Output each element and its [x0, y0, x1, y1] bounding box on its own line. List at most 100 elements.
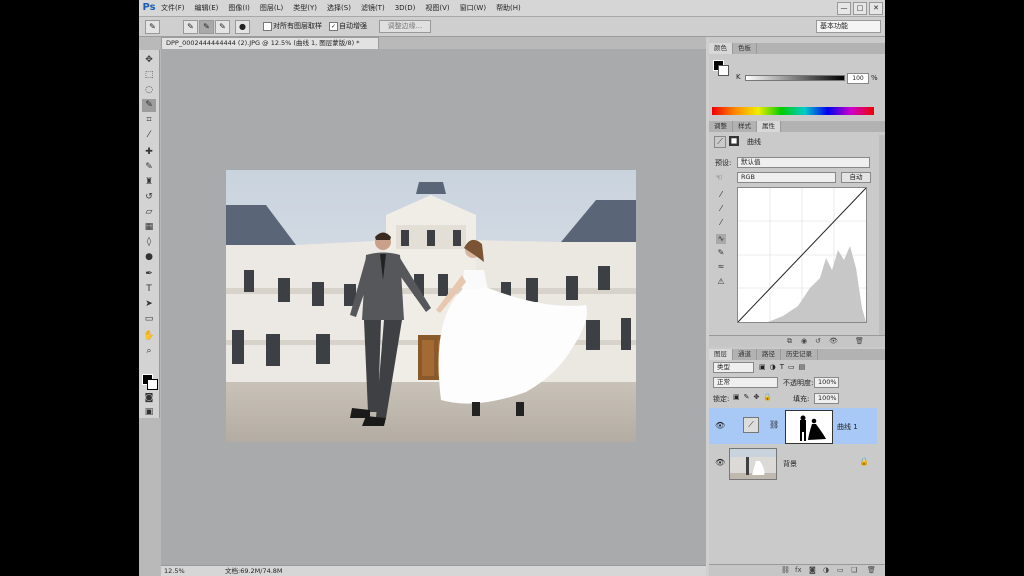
pen-tool-icon[interactable]: ✒	[142, 268, 156, 281]
menu-type[interactable]: 类型(Y)	[293, 3, 317, 13]
smooth-icon[interactable]: ≈	[716, 262, 726, 272]
menu-3d[interactable]: 3D(D)	[395, 4, 416, 12]
layer-visibility-eye-icon[interactable]: 👁	[715, 458, 725, 468]
pencil-draw-icon[interactable]: ✎	[716, 248, 726, 258]
menu-window[interactable]: 窗口(W)	[460, 3, 486, 13]
refine-edge-button[interactable]: 调整边缘...	[379, 20, 431, 33]
tab-history[interactable]: 历史记录	[781, 349, 818, 360]
quick-selection-tool-icon[interactable]: ✎	[142, 99, 156, 112]
mask-link-icon[interactable]: ⛓	[769, 420, 779, 429]
add-mask-icon[interactable]: ◙	[809, 566, 816, 574]
visibility-icon[interactable]: 👁	[829, 337, 838, 345]
gradient-tool-icon[interactable]: ▦	[142, 221, 156, 234]
tool-preset-picker[interactable]: ✎	[145, 20, 160, 34]
preset-select[interactable]: 默认值	[737, 157, 870, 168]
shape-tool-icon[interactable]: ▭	[142, 313, 156, 326]
move-tool-icon[interactable]: ✥	[142, 54, 156, 67]
zoom-level[interactable]: 12.5%	[164, 566, 185, 576]
menu-filter[interactable]: 滤镜(T)	[361, 3, 385, 13]
color-spectrum-ramp[interactable]	[712, 107, 874, 115]
tab-adjustments[interactable]: 调整	[709, 121, 733, 132]
clone-stamp-tool-icon[interactable]: ♜	[142, 176, 156, 189]
new-adjustment-icon[interactable]: ◑	[823, 566, 829, 574]
workspace-select[interactable]: 基本功能	[816, 20, 881, 33]
delete-adjustment-icon[interactable]: 🗑	[855, 337, 864, 345]
curves-graph[interactable]	[737, 187, 867, 323]
add-selection-brush-icon[interactable]: ✎	[199, 20, 214, 34]
k-value-input[interactable]: 100	[847, 73, 869, 84]
subtract-selection-brush-icon[interactable]: ✎	[215, 20, 230, 34]
on-image-adjust-icon[interactable]: ☜	[714, 173, 724, 183]
maximize-button[interactable]: □	[853, 2, 867, 15]
clipping-warning-icon[interactable]: ⚠	[716, 277, 726, 287]
sample-all-layers-checkbox[interactable]	[263, 22, 272, 31]
menu-view[interactable]: 视图(V)	[425, 3, 449, 13]
auto-button[interactable]: 自动	[841, 172, 871, 183]
marquee-tool-icon[interactable]: ⬚	[142, 69, 156, 82]
gray-point-eyedropper-icon[interactable]: ⁄	[716, 204, 726, 214]
layer-row-background[interactable]: 👁 背景 🔒	[709, 445, 877, 481]
new-group-icon[interactable]: ▭	[837, 566, 844, 574]
tab-layers[interactable]: 图层	[709, 349, 733, 360]
layer-name-curves[interactable]: 曲线 1	[837, 422, 858, 432]
menu-edit[interactable]: 编辑(E)	[195, 3, 219, 13]
blend-mode-select[interactable]: 正常	[713, 377, 778, 388]
layer-filter-icons[interactable]: ▣◑T▭▤	[759, 363, 809, 371]
hand-tool-icon[interactable]: ✋	[142, 330, 156, 343]
tab-swatches[interactable]: 色板	[733, 43, 757, 54]
opacity-input[interactable]: 100%	[814, 377, 839, 388]
menu-image[interactable]: 图像(I)	[228, 3, 250, 13]
eraser-tool-icon[interactable]: ▱	[142, 206, 156, 219]
tab-channels[interactable]: 通道	[733, 349, 757, 360]
fill-input[interactable]: 100%	[814, 393, 839, 404]
tab-styles[interactable]: 样式	[733, 121, 757, 132]
auto-enhance-checkbox[interactable]: ✓	[329, 22, 338, 31]
layer-name-background[interactable]: 背景	[783, 459, 797, 469]
screen-mode-icon[interactable]: ▣	[142, 406, 156, 419]
new-layer-icon[interactable]: ❏	[851, 566, 857, 574]
tab-color[interactable]: 颜色	[709, 43, 733, 54]
layer-mask-thumbnail[interactable]	[785, 410, 833, 444]
brush-tool-icon[interactable]: ✎	[142, 161, 156, 174]
healing-brush-tool-icon[interactable]: ✚	[142, 146, 156, 159]
quick-mask-icon[interactable]: ◙	[142, 392, 156, 405]
tab-properties[interactable]: 属性	[757, 121, 781, 132]
curve-edit-icon[interactable]: ∿	[716, 234, 726, 244]
delete-layer-icon[interactable]: 🗑	[867, 566, 876, 574]
white-point-eyedropper-icon[interactable]: ⁄	[716, 218, 726, 228]
lock-icons[interactable]: ▣✎✥🔒	[733, 393, 776, 401]
crop-tool-icon[interactable]: ⌗	[142, 114, 156, 127]
channel-select[interactable]: RGB	[737, 172, 836, 183]
layer-visibility-eye-icon[interactable]: 👁	[715, 421, 725, 431]
history-brush-tool-icon[interactable]: ↺	[142, 191, 156, 204]
link-layers-icon[interactable]: ⛓	[781, 566, 790, 574]
new-selection-brush-icon[interactable]: ✎	[183, 20, 198, 34]
minimize-button[interactable]: —	[837, 2, 851, 15]
menu-layer[interactable]: 图层(L)	[260, 3, 283, 13]
layer-row-curves[interactable]: 👁 ⟋ ⛓ 曲线 1	[709, 408, 877, 444]
brush-size-picker[interactable]: ●	[235, 20, 250, 34]
menu-file[interactable]: 文件(F)	[161, 3, 185, 13]
type-tool-icon[interactable]: T	[142, 283, 156, 296]
reset-icon[interactable]: ↺	[815, 337, 821, 345]
color-panel-background[interactable]	[718, 65, 729, 76]
dodge-tool-icon[interactable]: ●	[142, 251, 156, 264]
lasso-tool-icon[interactable]: ◌	[142, 84, 156, 97]
k-channel-slider[interactable]	[745, 75, 845, 81]
layer-style-icon[interactable]: fx	[795, 566, 802, 574]
path-selection-tool-icon[interactable]: ➤	[142, 298, 156, 311]
tab-paths[interactable]: 路径	[757, 349, 781, 360]
black-point-eyedropper-icon[interactable]: ⁄	[716, 190, 726, 200]
background-color-swatch[interactable]	[147, 379, 158, 390]
menu-help[interactable]: 帮助(H)	[496, 3, 521, 13]
panel-scrollbar[interactable]	[879, 135, 885, 335]
blur-tool-icon[interactable]: ◊	[142, 236, 156, 249]
clip-to-layer-icon[interactable]: ⧉	[787, 337, 792, 346]
mask-icon[interactable]: ◼	[729, 136, 739, 146]
eyedropper-tool-icon[interactable]: ⁄	[142, 129, 156, 142]
view-previous-icon[interactable]: ◉	[801, 337, 807, 345]
zoom-tool-icon[interactable]: ⌕	[142, 345, 156, 358]
close-button[interactable]: ✕	[869, 2, 883, 15]
layer-kind-filter[interactable]: 类型	[713, 362, 754, 373]
menu-select[interactable]: 选择(S)	[327, 3, 351, 13]
